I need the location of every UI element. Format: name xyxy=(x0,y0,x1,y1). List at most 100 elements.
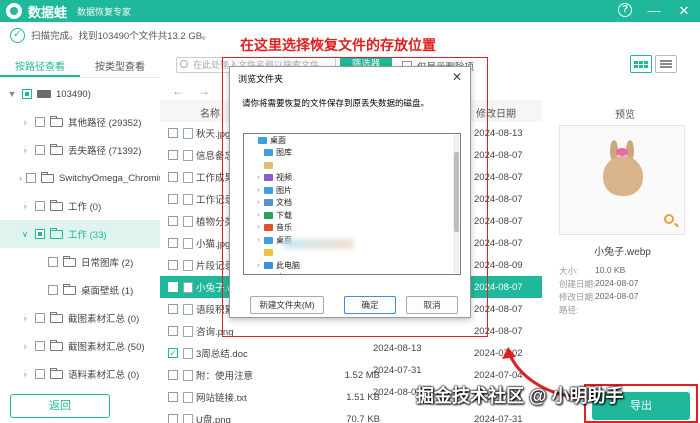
file-checkbox[interactable] xyxy=(168,128,178,138)
tree-checkbox[interactable] xyxy=(48,257,58,267)
tree-toggle-icon[interactable]: ▼ xyxy=(6,89,18,99)
tree-item[interactable]: › 丢失路径 (71392) xyxy=(0,136,160,164)
dialog-folder-item[interactable]: › 文档 xyxy=(244,197,460,210)
tree-checkbox[interactable] xyxy=(26,173,36,183)
folder-icon xyxy=(63,283,76,295)
dialog-folder-item[interactable]: 图库 xyxy=(244,147,460,160)
tree-item[interactable]: 日常图库 (2) xyxy=(0,248,160,276)
tree-item[interactable]: › 工作 (0) xyxy=(0,192,160,220)
tree-item[interactable]: › 语料素材汇总 (0) xyxy=(0,360,160,388)
dialog-folder-label: 音乐 xyxy=(276,223,292,233)
folder-icon xyxy=(264,236,273,244)
file-checkbox[interactable] xyxy=(168,216,178,226)
tree-item[interactable]: ▼ 103490) xyxy=(0,80,160,108)
app-logo-icon xyxy=(6,3,22,19)
help-icon[interactable]: ? xyxy=(618,3,632,17)
tree-item[interactable]: › 截图素材汇总 (0) xyxy=(0,304,160,332)
file-checkbox[interactable] xyxy=(168,326,178,336)
check-circle-icon: ✓ xyxy=(10,27,25,43)
tree-checkbox[interactable] xyxy=(35,145,45,155)
tree-checkbox[interactable] xyxy=(48,285,58,295)
file-checkbox[interactable] xyxy=(168,150,178,160)
dialog-close-icon[interactable]: ✕ xyxy=(452,70,462,84)
folder-tree: ▼ 103490) › 其他路径 (29352) › 丢失路径 (71392) › Switc… xyxy=(0,80,160,388)
tree-toggle-icon[interactable]: › xyxy=(19,201,31,211)
tree-toggle-icon[interactable]: › xyxy=(19,173,22,183)
back-button[interactable]: 返回 xyxy=(10,394,110,418)
ok-button[interactable]: 确定 xyxy=(344,296,396,314)
chevron-right-icon[interactable]: › xyxy=(254,212,263,219)
chevron-right-icon[interactable]: › xyxy=(254,174,263,181)
file-checkbox[interactable] xyxy=(168,392,178,402)
dialog-folder-item[interactable]: › 视频 xyxy=(244,172,460,185)
dialog-folder-item[interactable]: › 音乐 xyxy=(244,222,460,235)
file-checkbox[interactable] xyxy=(168,238,178,248)
tree-item[interactable]: › 截图素材汇总 (50) xyxy=(0,332,160,360)
tree-item[interactable]: 桌面壁纸 (1) xyxy=(0,276,160,304)
forward-arrow-icon[interactable]: → xyxy=(198,84,210,98)
file-row[interactable]: U盘.png 70.7 KB 2024-07-31 xyxy=(160,408,542,423)
new-folder-button[interactable]: 新建文件夹(M) xyxy=(250,296,324,314)
file-checkbox[interactable] xyxy=(168,172,178,182)
file-checkbox[interactable] xyxy=(168,304,178,314)
column-name[interactable]: 名称 xyxy=(200,105,220,120)
dialog-scroll-thumb[interactable] xyxy=(454,152,459,232)
minimize-icon[interactable]: — xyxy=(646,3,662,19)
tree-toggle-icon[interactable]: › xyxy=(19,145,31,155)
tab-by-type[interactable]: 按类型查看 xyxy=(80,58,160,77)
tree-checkbox[interactable] xyxy=(22,89,32,99)
file-checkbox[interactable] xyxy=(168,370,178,380)
tree-checkbox[interactable] xyxy=(35,341,45,351)
back-arrow-icon[interactable]: ← xyxy=(172,84,184,98)
tree-toggle-icon[interactable]: › xyxy=(19,117,31,127)
dialog-folder-item[interactable] xyxy=(244,159,460,172)
tree-toggle-icon[interactable]: › xyxy=(19,341,31,351)
file-checkbox[interactable]: ✓ xyxy=(168,348,178,358)
dialog-folder-item[interactable]: › 图片 xyxy=(244,184,460,197)
cancel-button[interactable]: 取消 xyxy=(406,296,458,314)
tree-checkbox[interactable] xyxy=(35,229,45,239)
tree-toggle-icon[interactable]: › xyxy=(19,313,31,323)
tree-item-label: 截图素材汇总 (0) xyxy=(68,314,140,325)
preview-meta-item: 路径: xyxy=(559,304,578,316)
chevron-right-icon[interactable]: › xyxy=(254,274,263,275)
chevron-right-icon[interactable]: › xyxy=(254,187,263,194)
tree-checkbox[interactable] xyxy=(35,117,45,127)
chevron-right-icon[interactable]: › xyxy=(254,199,263,206)
file-name: U盘.png xyxy=(196,415,231,423)
close-icon[interactable]: ✕ xyxy=(676,3,692,19)
tab-by-path[interactable]: 按路径查看 xyxy=(0,58,80,77)
grid-view-icon[interactable] xyxy=(630,55,652,73)
folder-icon xyxy=(50,367,63,379)
scan-status: ✓ 扫描完成。找到103490个文件共13.2 GB。 xyxy=(10,26,212,44)
file-icon xyxy=(183,281,193,293)
zoom-icon[interactable] xyxy=(664,214,674,224)
tree-checkbox[interactable] xyxy=(35,313,45,323)
tree-item-label: 日常图库 (2) xyxy=(81,258,134,269)
tree-toggle-icon[interactable]: ∨ xyxy=(19,229,31,240)
file-checkbox[interactable] xyxy=(168,282,178,292)
tree-item[interactable]: › 其他路径 (29352) xyxy=(0,108,160,136)
file-icon xyxy=(183,259,193,271)
tree-item-label: 其他路径 (29352) xyxy=(68,118,142,129)
dialog-folder-item[interactable]: ›库 xyxy=(244,272,460,275)
file-row[interactable]: ✓ 3周总结.doc 2024-07-02 xyxy=(160,342,542,364)
tree-checkbox[interactable] xyxy=(35,201,45,211)
folder-icon xyxy=(50,339,63,351)
file-checkbox[interactable] xyxy=(168,414,178,423)
chevron-right-icon[interactable]: › xyxy=(254,224,263,231)
dialog-folder-item[interactable]: › 此电脑 xyxy=(244,259,460,272)
tree-checkbox[interactable] xyxy=(35,369,45,379)
tree-item[interactable]: › SwitchyOmega_Chromium xyxy=(0,164,160,192)
file-checkbox[interactable] xyxy=(168,260,178,270)
meta-value: 2024-08-07 xyxy=(595,278,639,288)
tree-toggle-icon[interactable]: › xyxy=(19,369,31,379)
dialog-folder-item[interactable]: 桌面 xyxy=(244,134,460,147)
list-view-icon[interactable] xyxy=(655,55,677,73)
dialog-folder-item[interactable]: › 下载 xyxy=(244,209,460,222)
folder-icon xyxy=(264,211,273,219)
chevron-right-icon[interactable]: › xyxy=(254,262,263,269)
chevron-right-icon[interactable]: › xyxy=(254,237,263,244)
tree-item[interactable]: ∨ 工作 (33) xyxy=(0,220,160,248)
file-checkbox[interactable] xyxy=(168,194,178,204)
